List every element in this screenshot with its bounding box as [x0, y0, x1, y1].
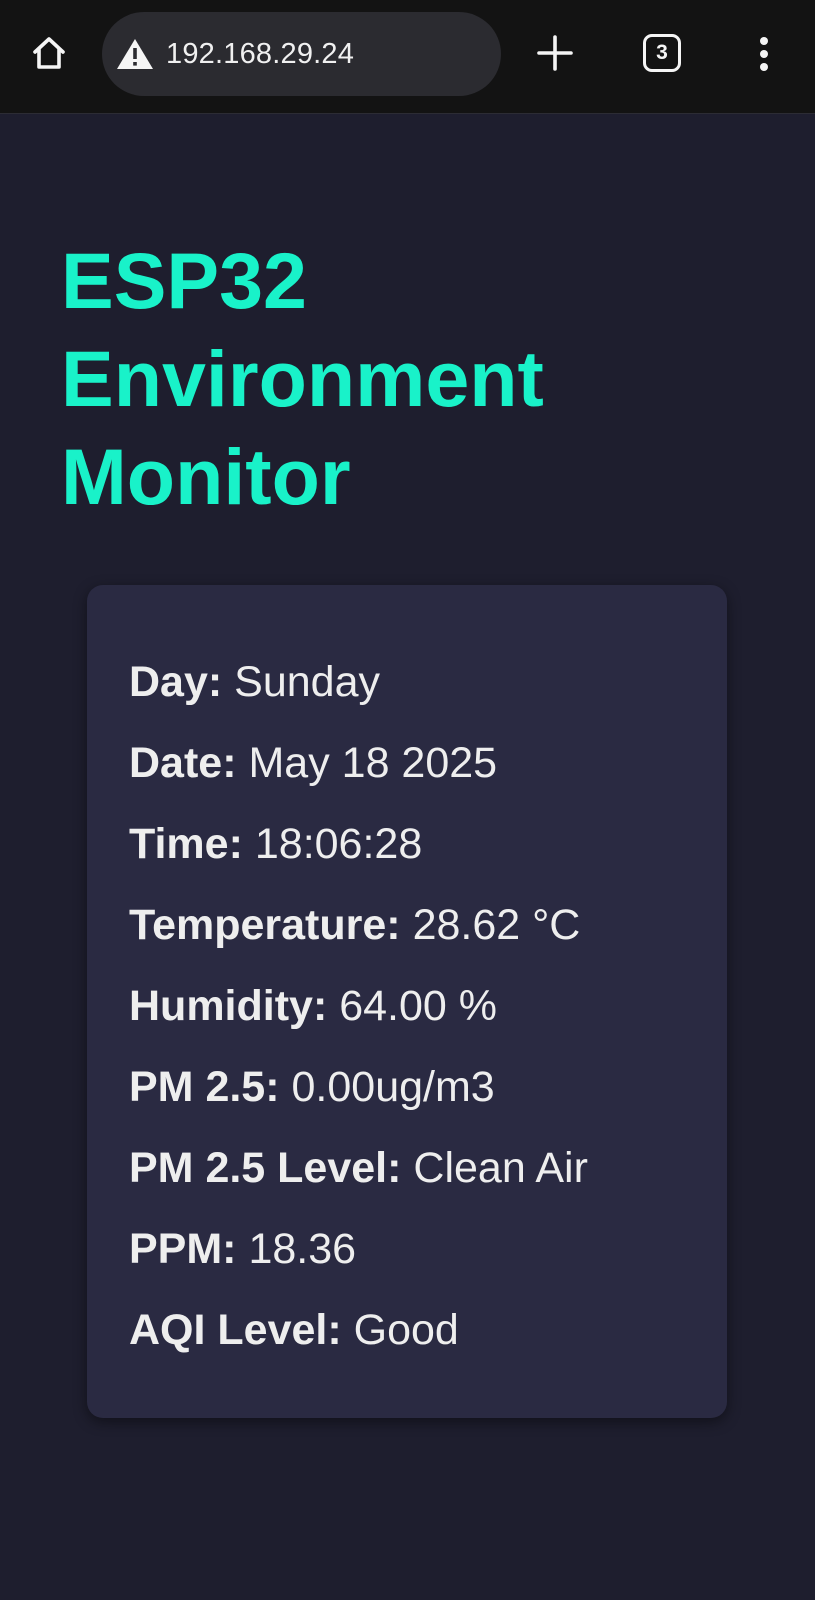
reading-label: PM 2.5: — [129, 1063, 292, 1111]
url-text: 192.168.29.24 — [166, 37, 355, 70]
reading-value: Clean Air — [413, 1144, 588, 1192]
tab-count: 3 — [656, 41, 668, 64]
reading-label: Temperature: — [129, 901, 413, 949]
reading-value: 0.00ug/m3 — [291, 1063, 495, 1111]
title-line: Monitor — [61, 432, 351, 521]
new-tab-button[interactable] — [533, 31, 577, 75]
reading-date: Date: May 18 2025 — [129, 723, 588, 804]
plus-icon — [537, 35, 573, 71]
reading-label: Time: — [129, 820, 255, 868]
reading-value: 64.00 % — [339, 982, 498, 1030]
menu-button[interactable] — [747, 34, 781, 74]
browser-toolbar: 192.168.29.24 3 — [0, 0, 815, 114]
reading-day: Day: Sunday — [129, 642, 588, 723]
readings-list: Day: Sunday Date: May 18 2025 Time: 18:0… — [129, 642, 588, 1371]
reading-value: Sunday — [234, 658, 380, 706]
reading-pm25-level: PM 2.5 Level: Clean Air — [129, 1128, 588, 1209]
reading-time: Time: 18:06:28 — [129, 804, 588, 885]
reading-aqi-level: AQI Level: Good — [129, 1290, 588, 1371]
address-bar[interactable]: 192.168.29.24 — [102, 12, 501, 96]
reading-value: May 18 2025 — [248, 739, 498, 787]
reading-temperature: Temperature: 28.62 °C — [129, 885, 588, 966]
reading-humidity: Humidity: 64.00 % — [129, 966, 588, 1047]
reading-ppm: PPM: 18.36 — [129, 1209, 588, 1290]
reading-pm25: PM 2.5: 0.00ug/m3 — [129, 1047, 588, 1128]
reading-label: AQI Level: — [129, 1306, 354, 1354]
reading-value: Good — [353, 1306, 459, 1354]
reading-label: Humidity: — [129, 982, 340, 1030]
reading-value: 28.62 °C — [412, 901, 581, 949]
page-title: ESP32 Environment Monitor — [61, 232, 761, 526]
warning-icon[interactable] — [116, 36, 156, 72]
reading-value: 18.36 — [248, 1225, 357, 1273]
home-button[interactable] — [26, 30, 72, 76]
title-line: Environment — [61, 334, 544, 423]
home-icon — [33, 37, 65, 69]
reading-value: 18:06:28 — [254, 820, 423, 868]
more-vertical-icon — [760, 37, 768, 71]
reading-label: PM 2.5 Level: — [129, 1144, 414, 1192]
title-line: ESP32 — [61, 236, 307, 325]
reading-label: PPM: — [129, 1225, 249, 1273]
tab-switcher-button[interactable]: 3 — [643, 34, 681, 72]
reading-label: Date: — [129, 739, 249, 787]
reading-label: Day: — [129, 658, 235, 706]
readings-card: Day: Sunday Date: May 18 2025 Time: 18:0… — [87, 585, 727, 1418]
